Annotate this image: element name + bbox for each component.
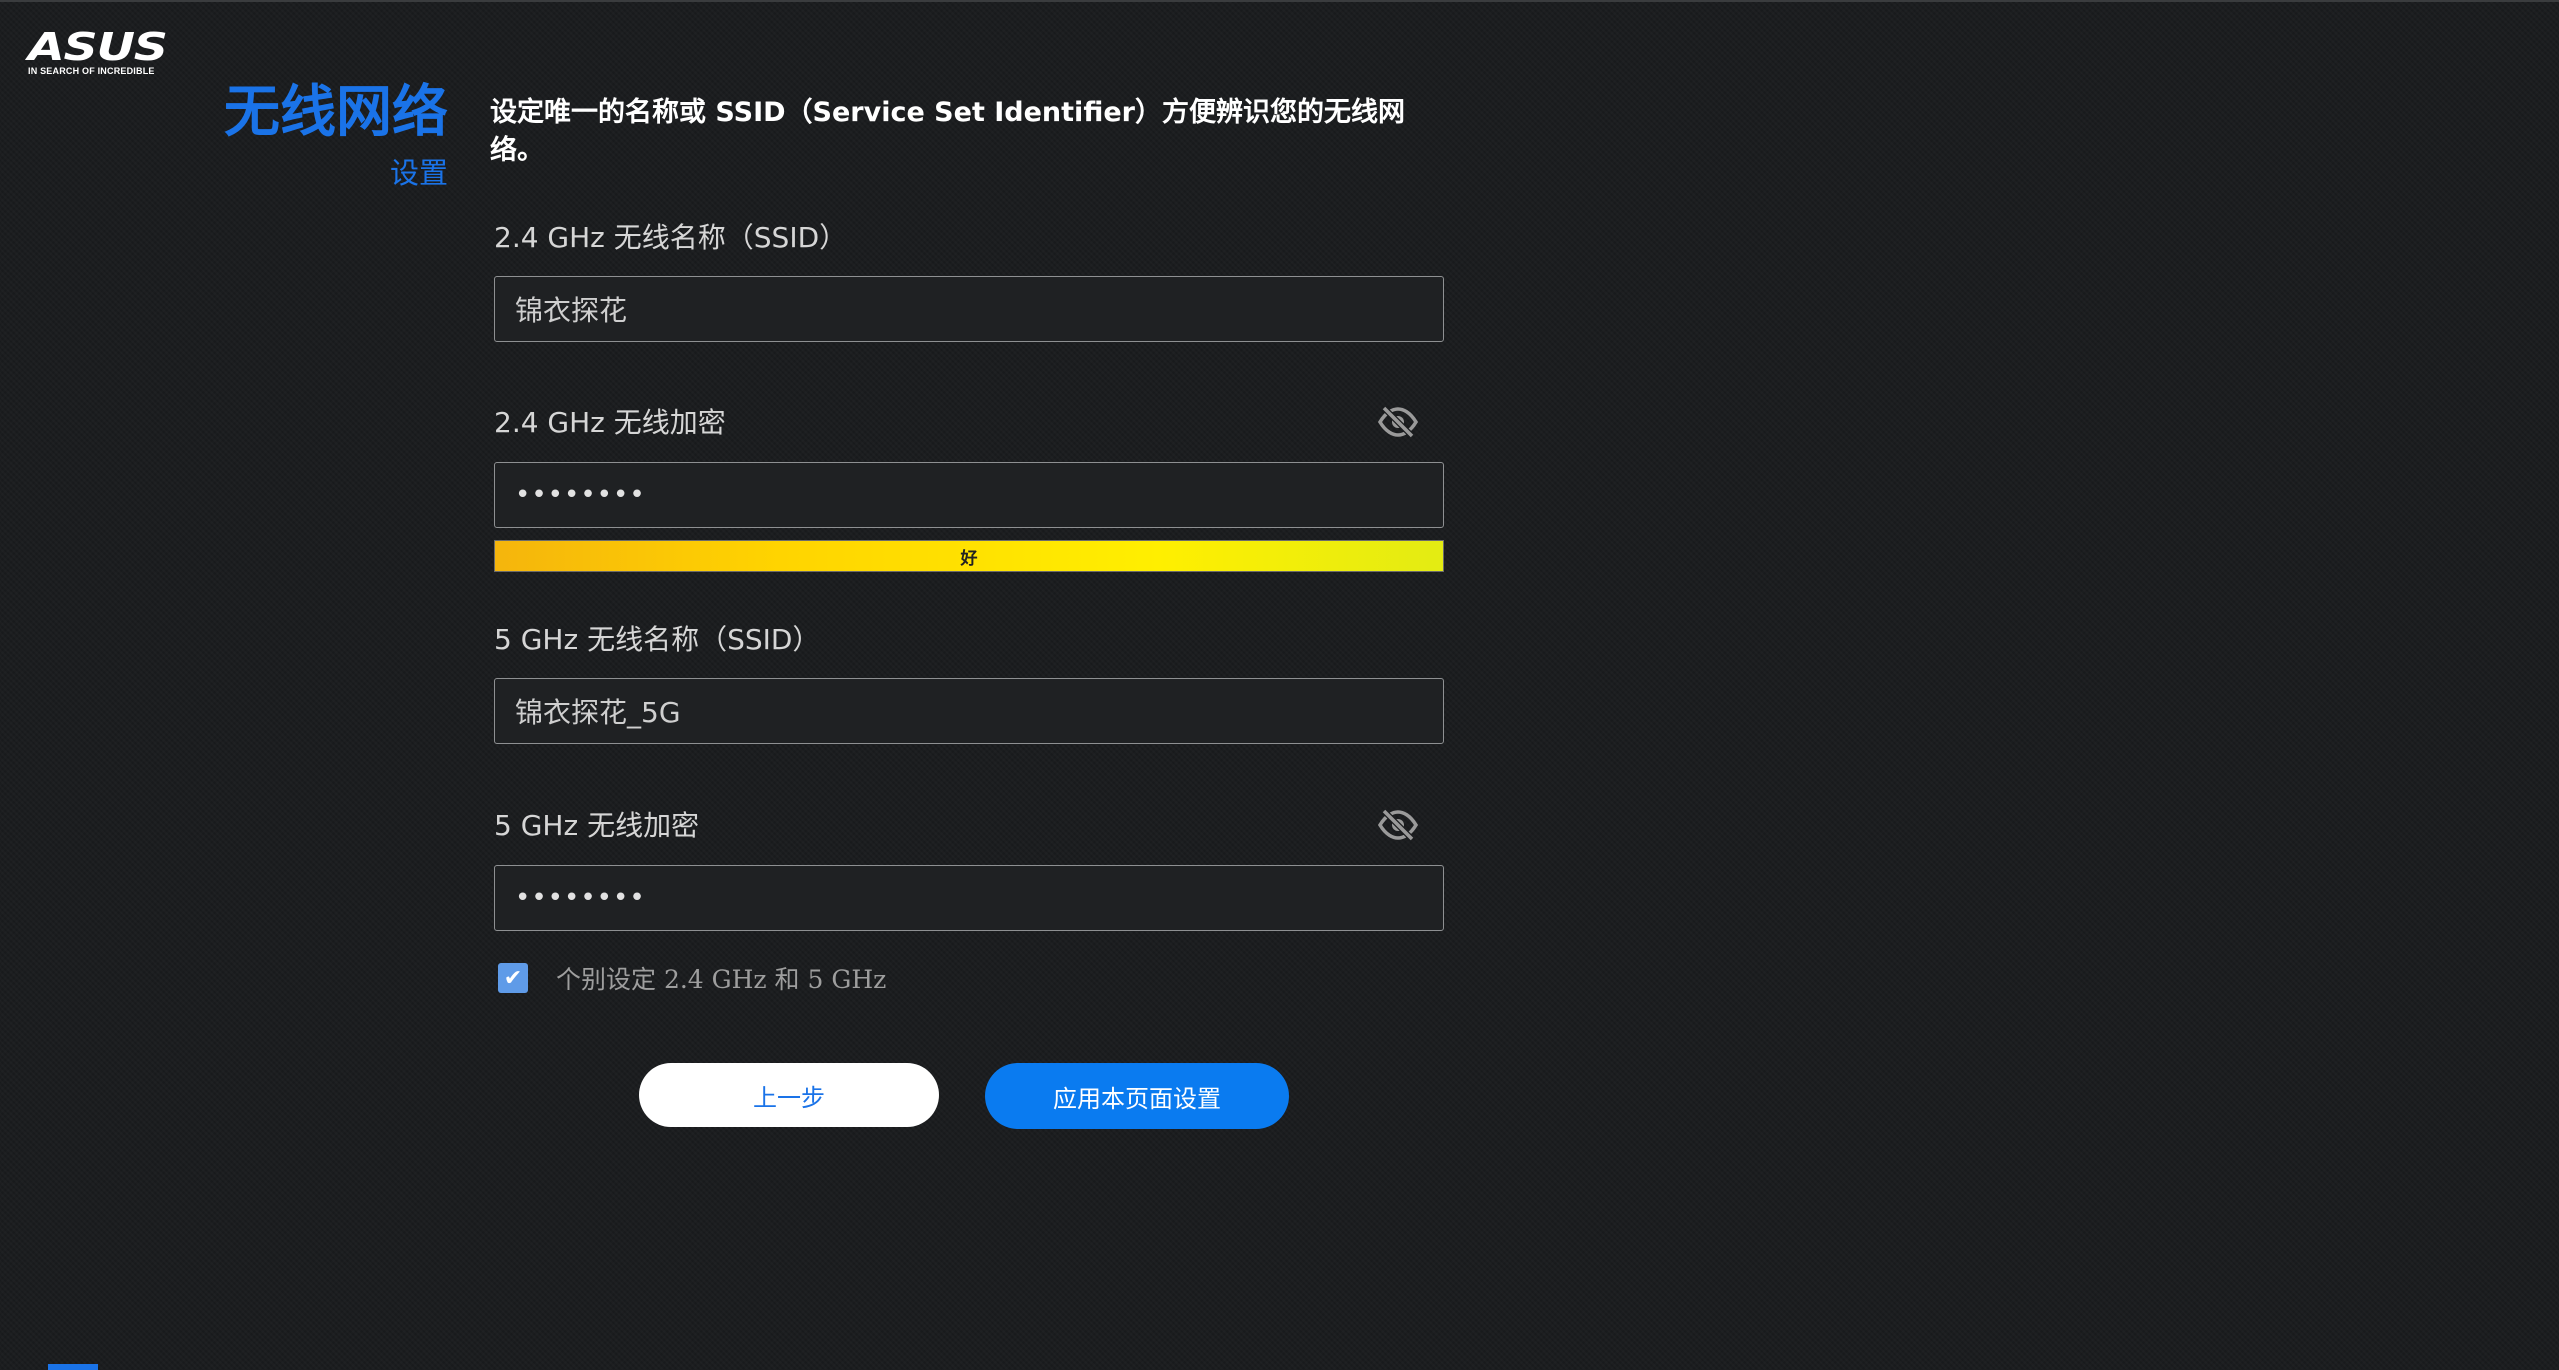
separate-setting-label: 个别设定 2.4 GHz 和 5 GHz bbox=[556, 965, 887, 994]
password-strength-bar: 好 bbox=[494, 540, 1444, 572]
eye-slash-icon[interactable] bbox=[1377, 405, 1419, 439]
checkmark-icon: ✔ bbox=[503, 965, 523, 991]
ssid-5-input[interactable]: 锦衣探花_5G bbox=[494, 678, 1444, 744]
password-5-input[interactable]: •••••••• bbox=[494, 865, 1444, 931]
back-button[interactable]: 上一步 bbox=[639, 1063, 939, 1127]
password-strength-label: 好 bbox=[960, 548, 978, 569]
apply-button[interactable]: 应用本页面设置 bbox=[985, 1063, 1289, 1129]
separate-setting-checkbox[interactable]: ✔ bbox=[498, 963, 528, 993]
password-24-label: 2.4 GHz 无线加密 bbox=[494, 406, 726, 439]
ssid-5-label: 5 GHz 无线名称（SSID） bbox=[494, 623, 821, 656]
section-title: 无线网络 设置 bbox=[224, 78, 448, 190]
page-subtitle: 设置 bbox=[389, 156, 448, 190]
eye-slash-icon[interactable] bbox=[1377, 808, 1419, 842]
ssid-24-input[interactable]: 锦衣探花 bbox=[494, 276, 1444, 342]
corner-indicator bbox=[48, 1364, 98, 1370]
asus-logo: ASUS IN SEARCH OF INCREDIBLE bbox=[28, 28, 168, 76]
top-border bbox=[0, 0, 2559, 2]
ssid-24-label: 2.4 GHz 无线名称（SSID） bbox=[494, 221, 848, 254]
password-24-input[interactable]: •••••••• bbox=[494, 462, 1444, 528]
page-description: 设定唯一的名称或 SSID（Service Set Identifier）方便辨… bbox=[490, 97, 1405, 166]
separate-setting-row[interactable]: ✔ 个别设定 2.4 GHz 和 5 GHz bbox=[498, 960, 886, 996]
logo-text: ASUS bbox=[28, 25, 168, 69]
password-5-label: 5 GHz 无线加密 bbox=[494, 809, 700, 842]
page-title: 无线网络 bbox=[224, 79, 448, 145]
